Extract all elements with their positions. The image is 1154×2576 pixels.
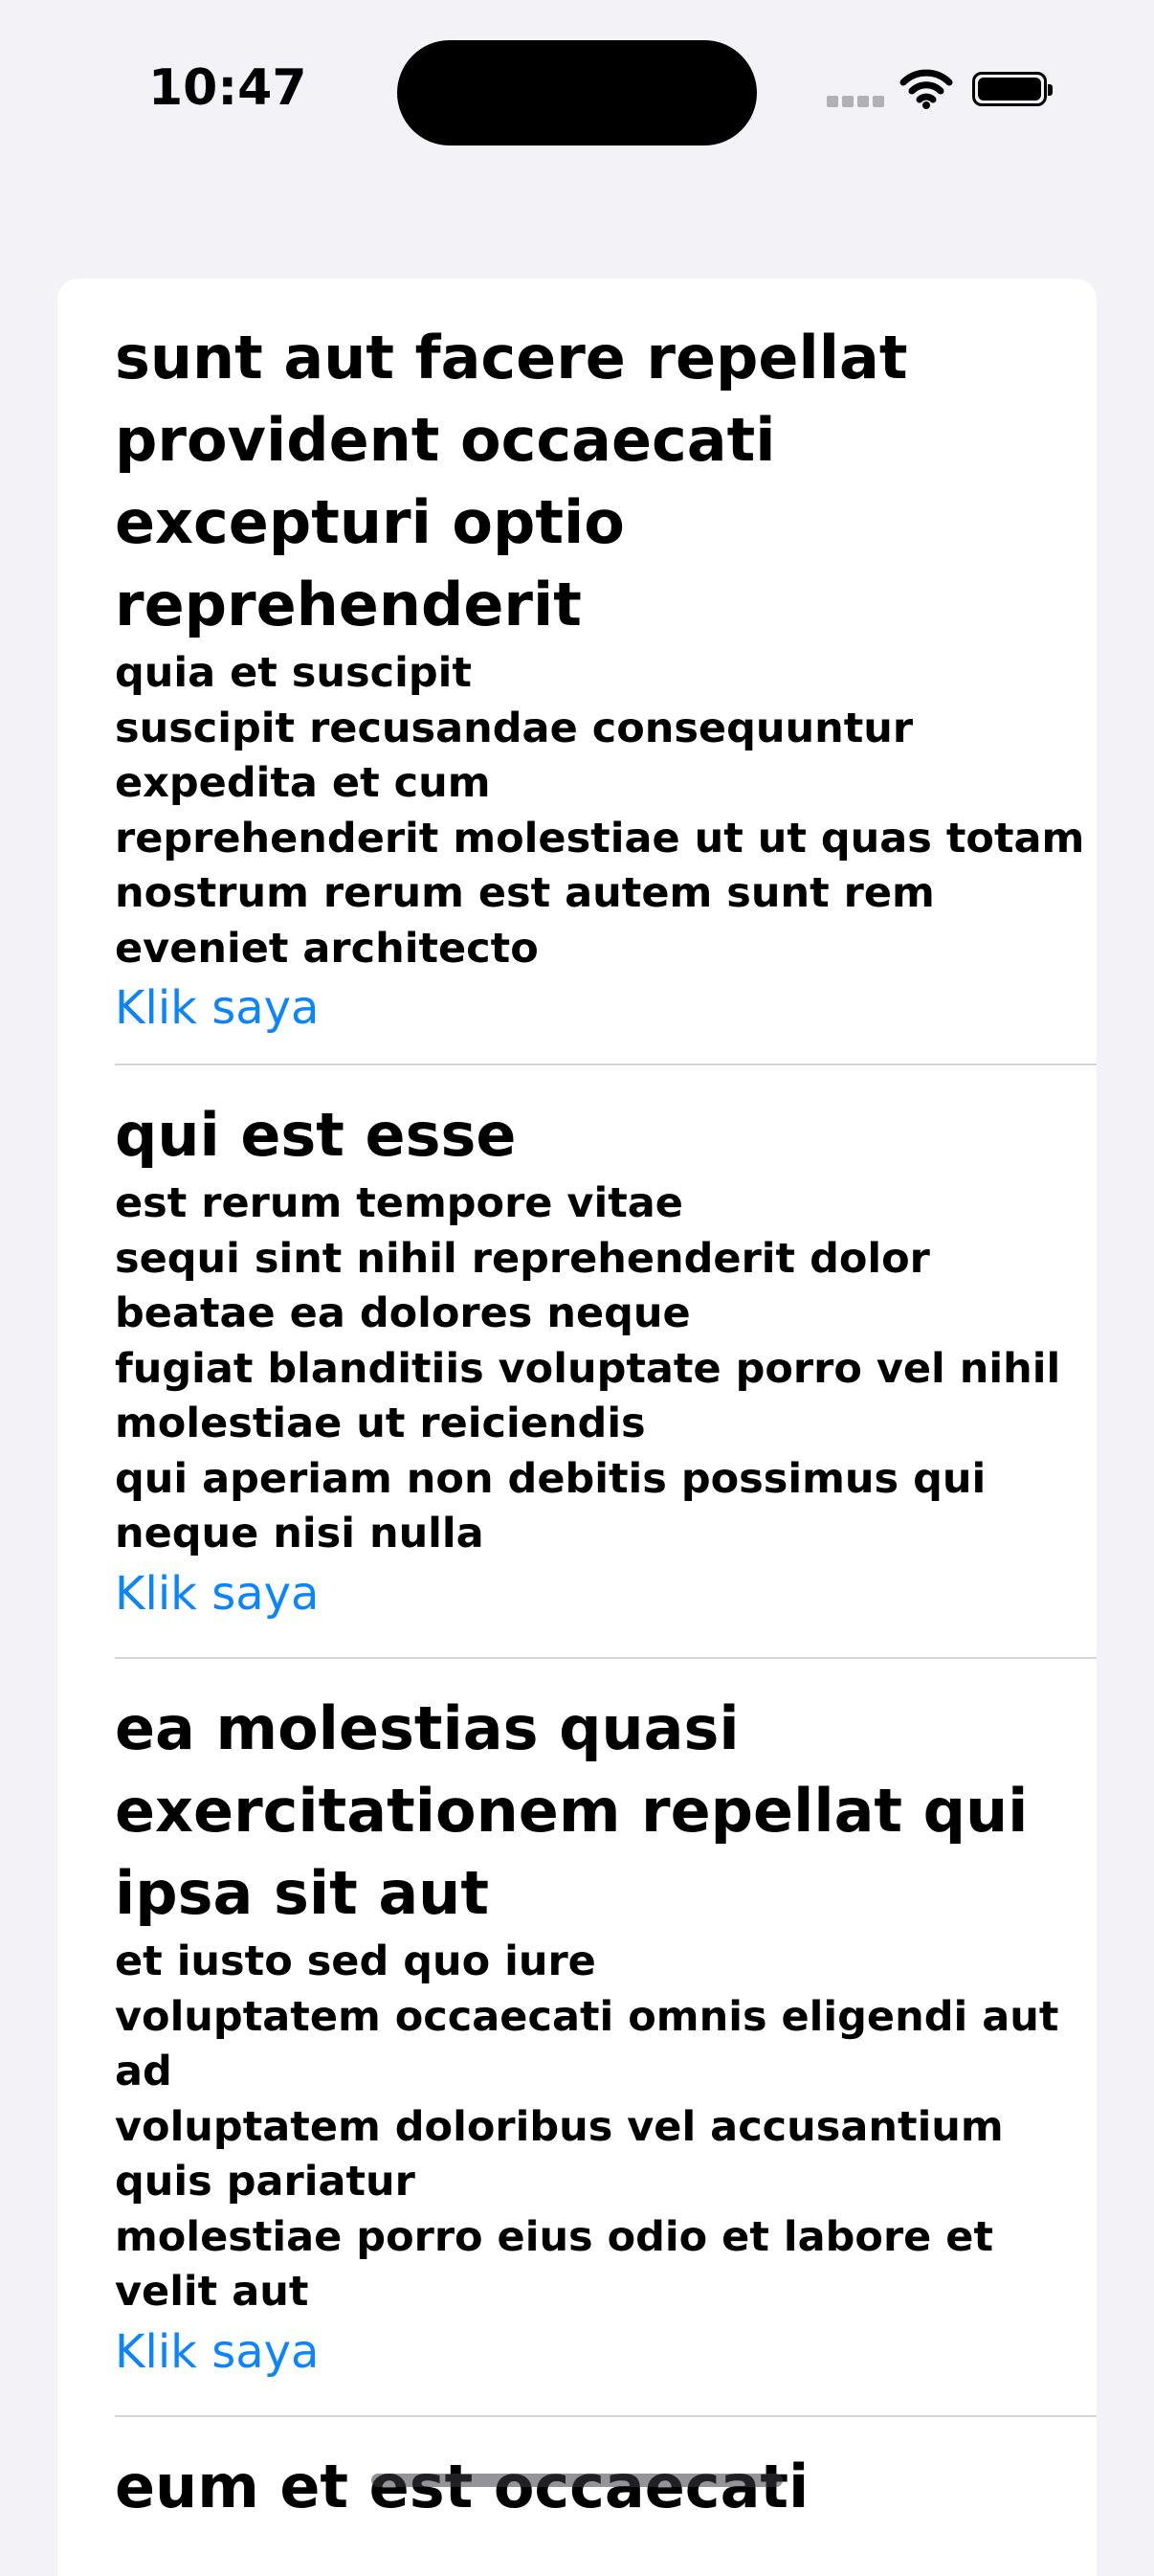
post-body: est rerum tempore vitae sequi sint nihil… — [115, 1179, 1061, 1557]
post-title: eum et est occaecati — [115, 2452, 809, 2521]
signal-dots-icon — [827, 96, 884, 109]
post-title: ea molestias quasi exercitationem repell… — [115, 1693, 1029, 1928]
posts-list: sunt aut facere repellat provident occae… — [57, 279, 1097, 2576]
status-bar: 10:47 — [0, 0, 1154, 182]
post-title: qui est esse — [115, 1100, 517, 1170]
divider — [115, 1064, 1097, 1065]
post-title: sunt aut facere repellat provident occae… — [115, 323, 908, 639]
status-time: 10:47 — [148, 59, 307, 117]
list-item: eum et est occaecati — [115, 2446, 1097, 2528]
post-body: et iusto sed quo iure voluptatem occaeca… — [115, 1938, 1059, 2316]
divider — [115, 1657, 1097, 1659]
dynamic-island — [397, 40, 757, 146]
wifi-icon — [899, 69, 953, 113]
klik-saya-button[interactable]: Klik saya — [115, 2320, 319, 2384]
list-item: ea molestias quasi exercitationem repell… — [115, 1688, 1097, 2384]
battery-icon — [972, 72, 1053, 106]
klik-saya-button[interactable]: Klik saya — [115, 1562, 319, 1625]
klik-saya-button[interactable]: Klik saya — [115, 976, 319, 1040]
home-indicator[interactable] — [371, 2474, 783, 2487]
post-body: quia et suscipit suscipit recusandae con… — [115, 649, 1085, 973]
divider — [115, 2415, 1097, 2417]
list-item: sunt aut facere repellat provident occae… — [115, 317, 1097, 1040]
list-item: qui est esse est rerum tempore vitae seq… — [115, 1094, 1097, 1625]
